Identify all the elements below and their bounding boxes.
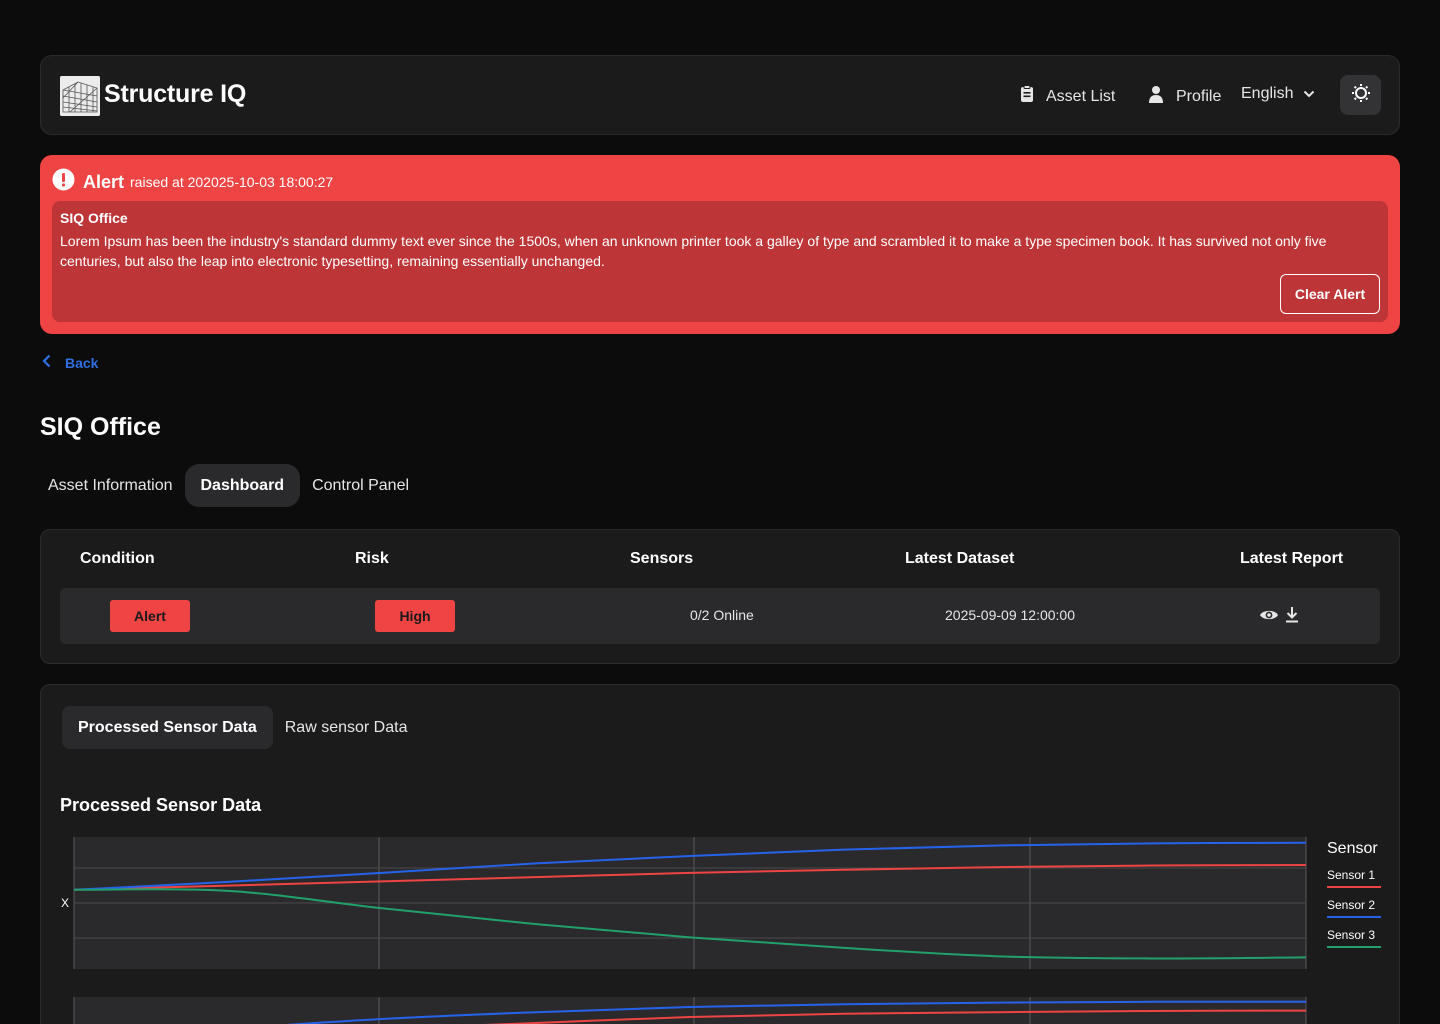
table-row: Alert High 0/2 Online 2025-09-09 12:00:0…: [60, 588, 1380, 644]
alert-title: Alert: [83, 171, 125, 192]
tab-asset-information[interactable]: Asset Information: [40, 464, 181, 507]
chevron-down-icon: [1303, 85, 1315, 103]
column-header-sensors: Sensors: [630, 550, 694, 567]
alert-banner: Alert raised at 202025-10-03 18:00:27 SI…: [40, 155, 1400, 334]
alert-header: Alert raised at 202025-10-03 18:00:27: [52, 168, 333, 196]
sensors-online: 0/2 Online: [690, 607, 754, 623]
tab-control-panel[interactable]: Control Panel: [304, 464, 417, 507]
alert-message: Lorem Ipsum has been the industry's stan…: [60, 233, 1327, 269]
alert-details: SIQ Office Lorem Ipsum has been the indu…: [52, 201, 1388, 322]
exclamation-icon: [52, 168, 75, 196]
asset-tabs: Asset Information Dashboard Control Pane…: [40, 464, 417, 507]
nav-asset-list-label: Asset List: [1046, 87, 1116, 105]
sensor-data-card: Processed Sensor Data Raw sensor Data Pr…: [40, 684, 1400, 1024]
chevron-left-icon: [42, 354, 51, 371]
language-select[interactable]: English: [1241, 85, 1315, 103]
risk-badge: High: [375, 600, 455, 632]
condition-value: Alert: [134, 608, 166, 624]
column-header-latest-report: Latest Report: [1240, 550, 1344, 567]
user-icon: [1148, 85, 1164, 108]
page-title: SIQ Office: [40, 413, 161, 441]
alert-timestamp: raised at 202025-10-03 18:00:27: [130, 174, 334, 190]
condition-badge: Alert: [110, 600, 190, 632]
theme-toggle-button[interactable]: [1340, 75, 1381, 115]
download-icon[interactable]: [1285, 606, 1299, 628]
nav-profile[interactable]: Profile: [1148, 85, 1221, 108]
legend-item-sensor-1[interactable]: Sensor 1: [1327, 868, 1381, 888]
column-header-condition: Condition: [80, 550, 155, 567]
asset-summary-table: Condition Risk Sensors Latest Dataset La…: [40, 529, 1400, 664]
nav-profile-label: Profile: [1176, 87, 1222, 105]
sensor-line-chart: X: [61, 837, 1307, 1024]
risk-value: High: [399, 608, 431, 624]
brand-name: Structure IQ: [104, 80, 247, 108]
legend-item-sensor-2[interactable]: Sensor 2: [1327, 898, 1381, 918]
eye-icon[interactable]: [1259, 608, 1279, 627]
column-header-latest-dataset: Latest Dataset: [905, 550, 1015, 567]
nav-asset-list[interactable]: Asset List: [1020, 85, 1115, 108]
logo[interactable]: [60, 76, 100, 116]
back-label: Back: [65, 354, 99, 371]
y-axis-label: X: [61, 896, 69, 910]
chart-title: Processed Sensor Data: [60, 795, 262, 815]
back-link[interactable]: Back: [42, 354, 98, 371]
tab-raw-sensor-data[interactable]: Raw sensor Data: [273, 706, 420, 749]
tab-processed-sensor-data[interactable]: Processed Sensor Data: [62, 706, 273, 749]
clipboard-icon: [1020, 85, 1034, 108]
language-label: English: [1241, 85, 1294, 102]
sensor-data-tabs: Processed Sensor Data Raw sensor Data: [62, 706, 419, 749]
clear-alert-button[interactable]: Clear Alert: [1280, 274, 1380, 314]
latest-dataset-value: 2025-09-09 12:00:00: [945, 607, 1075, 623]
legend-title: Sensor: [1327, 840, 1378, 857]
alert-asset-name: SIQ Office: [60, 210, 128, 226]
legend-item-sensor-3[interactable]: Sensor 3: [1327, 928, 1381, 948]
column-header-risk: Risk: [355, 550, 389, 567]
report-actions: [1259, 606, 1299, 628]
chart-legend: Sensor Sensor 1 Sensor 2 Sensor 3: [1327, 840, 1381, 958]
tab-dashboard[interactable]: Dashboard: [184, 464, 301, 507]
app-header: Structure IQ Asset List Profile English: [40, 55, 1400, 135]
sun-icon: [1351, 83, 1371, 108]
